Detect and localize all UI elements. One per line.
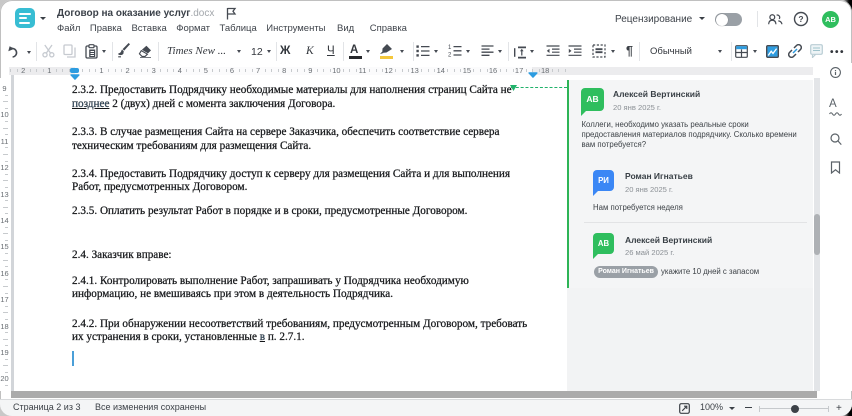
svg-text:1: 1 <box>448 45 452 51</box>
svg-text:2: 2 <box>448 53 452 57</box>
svg-text:?: ? <box>798 14 803 24</box>
